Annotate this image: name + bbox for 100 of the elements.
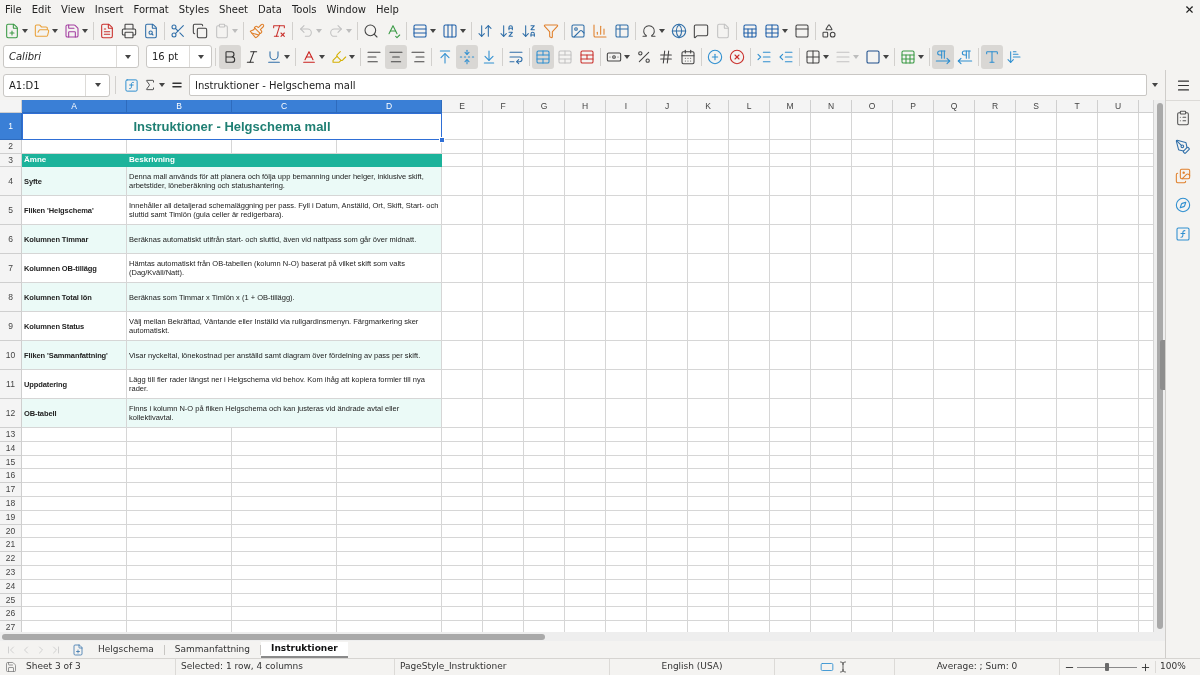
row-header[interactable]: 10 — [0, 341, 22, 370]
column-header[interactable]: F — [483, 100, 524, 113]
row-header[interactable]: 3 — [0, 154, 22, 167]
filter-icon — [543, 22, 559, 39]
row-header[interactable]: 21 — [0, 538, 22, 553]
column-header[interactable]: D — [337, 100, 442, 113]
folder-icon — [34, 22, 50, 39]
row-header[interactable]: 22 — [0, 552, 22, 566]
font-name-field[interactable]: Calibri — [3, 45, 139, 68]
omega-icon — [641, 22, 657, 39]
row-header[interactable]: 12 — [0, 399, 22, 428]
selection-info-text: Selected: 1 row, 4 columns — [181, 660, 303, 674]
caret-icon — [319, 54, 325, 59]
scroll-thumb[interactable] — [2, 633, 545, 640]
sheet-tab[interactable]: Helgschema — [88, 641, 164, 658]
row-header[interactable]: 4 — [0, 167, 22, 196]
column-header[interactable]: I — [606, 100, 647, 113]
merge-center-button[interactable] — [532, 44, 554, 69]
sheet-tab[interactable]: Instruktioner — [261, 641, 348, 658]
row-header[interactable]: 16 — [0, 469, 22, 484]
text-cursor-icon — [837, 661, 849, 673]
borders-grid-icon — [805, 48, 821, 65]
row-header[interactable]: 8 — [0, 283, 22, 312]
menu-item[interactable]: Sheet — [214, 0, 254, 18]
row-header[interactable]: 17 — [0, 483, 22, 497]
row-header[interactable]: 11 — [0, 370, 22, 399]
caret-icon — [124, 54, 131, 59]
menu-item[interactable]: Help — [371, 0, 404, 18]
formula-input-field[interactable]: Instruktioner - Helgschema mall — [189, 74, 1147, 96]
row-header[interactable]: 13 — [0, 428, 22, 442]
bold-button[interactable] — [219, 44, 241, 69]
menu-icon — [1175, 77, 1191, 93]
sheet-tab[interactable]: Sammanfattning — [164, 641, 261, 658]
menu-item[interactable]: Edit — [26, 0, 57, 18]
print-icon — [121, 22, 137, 39]
caret-icon — [94, 83, 101, 87]
font-size-field[interactable]: 16 pt — [146, 45, 212, 68]
align-middle-button[interactable] — [456, 44, 478, 69]
column-header[interactable]: P — [893, 100, 934, 113]
document-search-icon — [143, 22, 159, 39]
column-header[interactable]: M — [770, 100, 811, 113]
undo-icon — [298, 22, 314, 39]
text-horizontal-button[interactable] — [981, 44, 1003, 69]
menu-item[interactable]: Format — [128, 0, 174, 18]
column-header[interactable]: O — [852, 100, 893, 113]
clipboard-icon — [1175, 109, 1191, 126]
row-header[interactable]: 5 — [0, 196, 22, 225]
menu-item[interactable]: View — [56, 0, 90, 18]
globe-icon — [671, 22, 687, 39]
column-header[interactable]: K — [688, 100, 729, 113]
menu-item[interactable]: Insert — [89, 0, 129, 18]
row-header[interactable]: 1 — [0, 113, 22, 140]
caret-icon — [197, 54, 204, 59]
name-box-field[interactable]: A1:D1 — [3, 73, 110, 97]
fill-handle[interactable] — [439, 137, 445, 143]
function-icon — [1175, 225, 1191, 242]
left-to-right-button[interactable] — [932, 44, 954, 69]
row-header[interactable]: 26 — [0, 607, 22, 622]
column-header[interactable]: H — [565, 100, 606, 113]
bar-chart-icon — [592, 22, 608, 39]
zoom-slider[interactable] — [1077, 662, 1137, 672]
column-header[interactable]: G — [524, 100, 565, 113]
clear-formatting-icon — [271, 22, 287, 39]
column-header[interactable]: R — [975, 100, 1016, 113]
column-header[interactable]: U — [1098, 100, 1139, 113]
percent-icon — [636, 48, 652, 65]
column-header[interactable]: T — [1057, 100, 1098, 113]
plus-circle-icon — [707, 48, 723, 65]
window-icon — [794, 22, 810, 39]
column-header[interactable]: J — [647, 100, 688, 113]
column-header[interactable]: S — [1016, 100, 1057, 113]
hash-icon — [658, 48, 674, 65]
menu-item[interactable]: Window — [321, 0, 371, 18]
row-header[interactable]: 2 — [0, 140, 22, 154]
column-header[interactable]: Q — [934, 100, 975, 113]
search-icon — [363, 22, 379, 39]
align-center-button[interactable] — [385, 44, 407, 69]
sidebar-handle[interactable] — [1160, 340, 1165, 390]
caret-icon — [82, 28, 88, 33]
row-header[interactable]: 6 — [0, 225, 22, 254]
menu-item[interactable]: File — [0, 0, 27, 18]
column-header[interactable]: E — [442, 100, 483, 113]
menu-item[interactable]: Styles — [173, 0, 215, 18]
row-header[interactable]: 7 — [0, 254, 22, 283]
new-document-icon — [4, 22, 20, 39]
column-header[interactable]: N — [811, 100, 852, 113]
column-header[interactable]: C — [232, 100, 337, 113]
sheet-position-text: Sheet 3 of 3 — [26, 660, 81, 674]
caret-icon — [659, 28, 665, 33]
row-header[interactable]: 9 — [0, 312, 22, 341]
horizontal-scrollbar[interactable] — [0, 632, 1165, 641]
column-header[interactable]: L — [729, 100, 770, 113]
pilcrow-right-icon — [935, 48, 951, 65]
slider-thumb[interactable] — [1105, 663, 1109, 671]
column-header[interactable]: A — [22, 100, 127, 113]
align-middle-icon — [459, 48, 475, 65]
cut-icon — [170, 22, 186, 39]
menu-item[interactable]: Data — [253, 0, 287, 18]
menu-item[interactable]: Tools — [286, 0, 322, 18]
column-header[interactable]: B — [127, 100, 232, 113]
